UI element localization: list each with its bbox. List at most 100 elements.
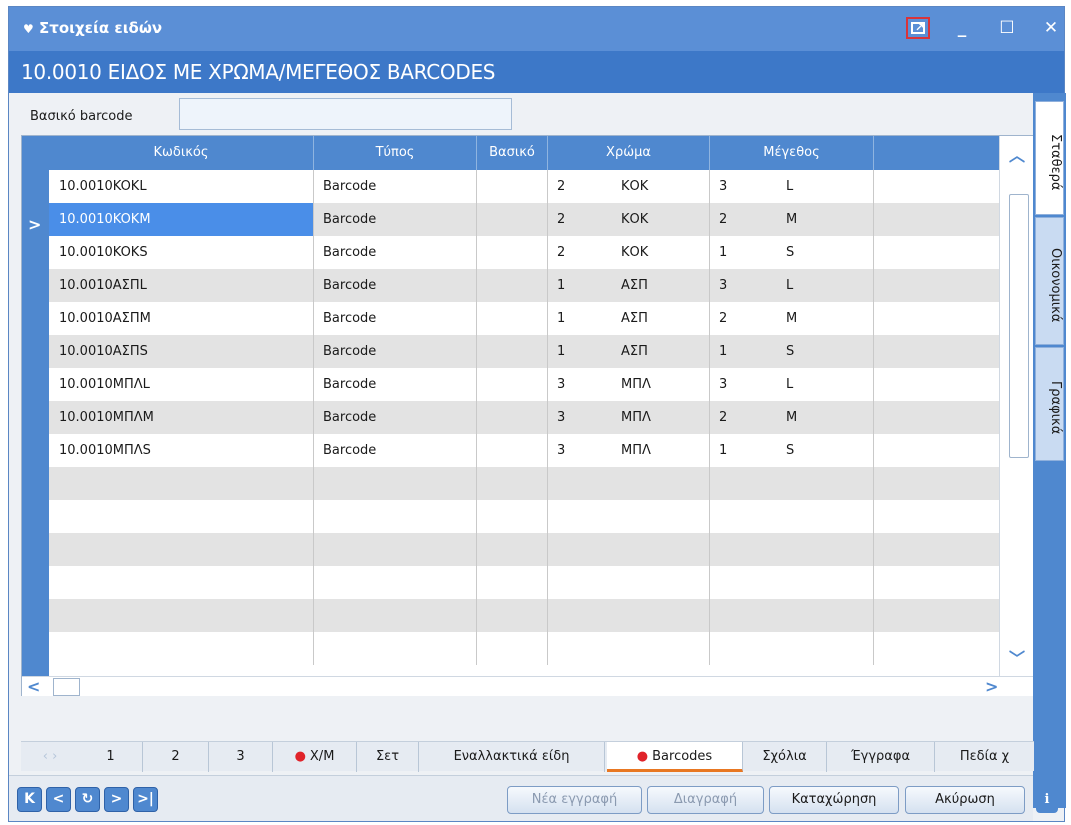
cell-type[interactable]: Barcode bbox=[314, 170, 477, 203]
cell-type[interactable]: Barcode bbox=[314, 269, 477, 302]
side-tab-graphics[interactable]: Γραφικά bbox=[1035, 347, 1064, 461]
empty-row[interactable] bbox=[49, 500, 999, 533]
table-row[interactable]: 10.0010ΜΠΛL Barcode 3 ΜΠΛ 3 L bbox=[49, 368, 999, 401]
tab-color-size[interactable]: ● Χ/Μ bbox=[273, 742, 357, 772]
horizontal-scroll-thumb[interactable] bbox=[53, 678, 80, 696]
cell-color[interactable] bbox=[618, 632, 710, 665]
empty-row[interactable] bbox=[49, 566, 999, 599]
cell-color[interactable]: ΑΣΠ bbox=[618, 302, 710, 335]
cell-size-code[interactable] bbox=[710, 599, 780, 632]
tabs-scroll-icon[interactable]: ‹ › bbox=[21, 742, 79, 772]
cell-type[interactable] bbox=[314, 500, 477, 533]
cell-code[interactable] bbox=[49, 599, 314, 632]
cell-type[interactable]: Barcode bbox=[314, 434, 477, 467]
cell-code[interactable]: 10.0010ΜΠΛS bbox=[49, 434, 314, 467]
cell-color-code[interactable] bbox=[548, 632, 618, 665]
last-record-icon[interactable]: >| bbox=[133, 787, 158, 812]
cell-color-code[interactable] bbox=[548, 566, 618, 599]
cell-basic[interactable] bbox=[477, 401, 548, 434]
cell-basic[interactable] bbox=[477, 170, 548, 203]
close-icon[interactable]: ✕ bbox=[1039, 17, 1063, 39]
cell-size[interactable]: M bbox=[780, 302, 874, 335]
cell-code[interactable]: 10.0010ΑΣΠS bbox=[49, 335, 314, 368]
tab-set[interactable]: Σετ bbox=[357, 742, 419, 772]
cell-size[interactable]: L bbox=[780, 170, 874, 203]
cell-size-code[interactable]: 2 bbox=[710, 302, 780, 335]
cell-type[interactable] bbox=[314, 632, 477, 665]
cell-size-code[interactable]: 1 bbox=[710, 434, 780, 467]
cell-color-code[interactable] bbox=[548, 467, 618, 500]
cell-type[interactable]: Barcode bbox=[314, 368, 477, 401]
maximize-icon[interactable]: ☐ bbox=[995, 17, 1019, 39]
cell-color-code[interactable]: 1 bbox=[548, 302, 618, 335]
table-row[interactable]: 10.0010KOKM Barcode 2 ΚΟΚ 2 M bbox=[49, 203, 999, 236]
info-icon[interactable]: i bbox=[1036, 787, 1058, 813]
cell-type[interactable] bbox=[314, 566, 477, 599]
cell-code[interactable] bbox=[49, 533, 314, 566]
save-button[interactable]: Καταχώρηση bbox=[769, 786, 899, 814]
cell-size[interactable]: M bbox=[780, 401, 874, 434]
column-header-color[interactable]: Χρώμα bbox=[548, 136, 710, 170]
cell-code[interactable]: 10.0010KOKS bbox=[49, 236, 314, 269]
basic-barcode-input[interactable] bbox=[179, 98, 512, 130]
empty-row[interactable] bbox=[49, 467, 999, 500]
cell-code[interactable]: 10.0010KOKM bbox=[49, 203, 314, 236]
delete-button[interactable]: Διαγραφή bbox=[647, 786, 764, 814]
cell-size[interactable]: L bbox=[780, 368, 874, 401]
empty-row[interactable] bbox=[49, 599, 999, 632]
empty-row[interactable] bbox=[49, 533, 999, 566]
cell-basic[interactable] bbox=[477, 500, 548, 533]
cell-color-code[interactable]: 2 bbox=[548, 203, 618, 236]
column-header-type[interactable]: Τύπος bbox=[314, 136, 477, 170]
cell-size[interactable] bbox=[780, 500, 874, 533]
cell-type[interactable]: Barcode bbox=[314, 203, 477, 236]
cell-color-code[interactable]: 2 bbox=[548, 170, 618, 203]
cell-type[interactable]: Barcode bbox=[314, 335, 477, 368]
table-row[interactable]: 10.0010ΜΠΛS Barcode 3 ΜΠΛ 1 S bbox=[49, 434, 999, 467]
cell-size[interactable] bbox=[780, 566, 874, 599]
cell-size-code[interactable] bbox=[710, 566, 780, 599]
cell-color[interactable] bbox=[618, 500, 710, 533]
cell-basic[interactable] bbox=[477, 368, 548, 401]
cell-color-code[interactable]: 3 bbox=[548, 368, 618, 401]
cell-size-code[interactable]: 3 bbox=[710, 170, 780, 203]
detach-window-icon[interactable]: ↗ bbox=[906, 17, 930, 39]
cell-size-code[interactable] bbox=[710, 533, 780, 566]
cell-code[interactable] bbox=[49, 500, 314, 533]
cell-basic[interactable] bbox=[477, 467, 548, 500]
table-row[interactable]: 10.0010ΑΣΠL Barcode 1 ΑΣΠ 3 L bbox=[49, 269, 999, 302]
cell-size[interactable]: L bbox=[780, 269, 874, 302]
first-record-icon[interactable]: K bbox=[17, 787, 42, 812]
cell-color[interactable]: ΚΟΚ bbox=[618, 203, 710, 236]
cell-type[interactable]: Barcode bbox=[314, 236, 477, 269]
cell-color-code[interactable]: 2 bbox=[548, 236, 618, 269]
minimize-icon[interactable]: _ bbox=[950, 17, 974, 39]
column-header-code[interactable]: Κωδικός bbox=[49, 136, 314, 170]
tab-documents[interactable]: Έγγραφα bbox=[827, 742, 935, 772]
cell-color[interactable]: ΜΠΛ bbox=[618, 368, 710, 401]
refresh-icon[interactable]: ↻ bbox=[75, 787, 100, 812]
cell-type[interactable]: Barcode bbox=[314, 302, 477, 335]
cell-color-code[interactable]: 1 bbox=[548, 269, 618, 302]
cell-size-code[interactable]: 2 bbox=[710, 401, 780, 434]
cell-color-code[interactable] bbox=[548, 533, 618, 566]
cell-color[interactable]: ΜΠΛ bbox=[618, 401, 710, 434]
cell-size-code[interactable] bbox=[710, 467, 780, 500]
cell-size[interactable] bbox=[780, 467, 874, 500]
cell-color[interactable] bbox=[618, 566, 710, 599]
cell-basic[interactable] bbox=[477, 566, 548, 599]
cell-size[interactable] bbox=[780, 599, 874, 632]
cell-color[interactable] bbox=[618, 599, 710, 632]
next-record-icon[interactable]: > bbox=[104, 787, 129, 812]
cell-basic[interactable] bbox=[477, 236, 548, 269]
cell-color[interactable]: ΜΠΛ bbox=[618, 434, 710, 467]
cell-color-code[interactable]: 3 bbox=[548, 401, 618, 434]
column-header-size[interactable]: Μέγεθος bbox=[710, 136, 874, 170]
scroll-up-icon[interactable]: ︿ bbox=[1009, 142, 1025, 166]
table-row[interactable]: 10.0010KOKL Barcode 2 ΚΟΚ 3 L bbox=[49, 170, 999, 203]
cell-color[interactable] bbox=[618, 467, 710, 500]
cell-color[interactable]: ΚΟΚ bbox=[618, 236, 710, 269]
cell-color[interactable] bbox=[618, 533, 710, 566]
cell-code[interactable]: 10.0010KOKL bbox=[49, 170, 314, 203]
cell-size-code[interactable]: 1 bbox=[710, 236, 780, 269]
